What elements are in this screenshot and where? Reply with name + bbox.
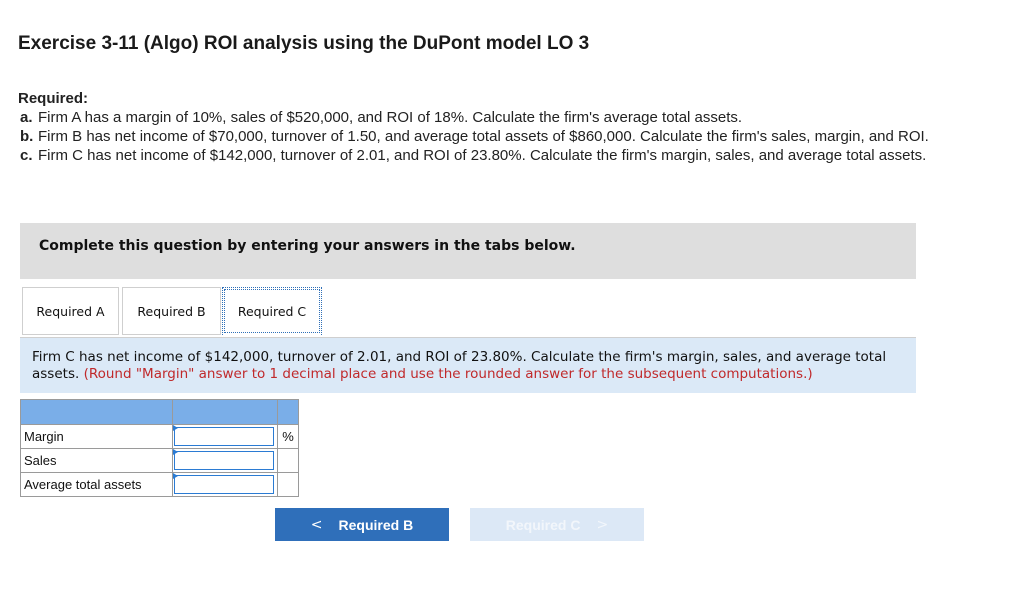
table-row-average-total-assets: Average total assets (20, 472, 299, 497)
average-total-assets-unit (277, 472, 299, 497)
answer-table: Margin % Sales Average total assets (20, 399, 299, 497)
row-label-margin: Margin (20, 424, 173, 449)
instructions-text: Complete this question by entering your … (39, 238, 576, 254)
table-row-margin: Margin % (20, 424, 299, 449)
required-item-c: c. Firm C has net income of $142,000, tur… (18, 146, 1014, 165)
exercise-title: Exercise 3-11 (Algo) ROI analysis using … (18, 33, 590, 54)
required-item-c-label: c. (20, 147, 33, 164)
question-prompt: Firm C has net income of $142,000, turno… (20, 338, 916, 393)
chevron-left-icon: < (310, 516, 323, 533)
previous-button[interactable]: < Required B (275, 508, 449, 541)
margin-unit: % (277, 424, 299, 449)
required-item-b-label: b. (20, 128, 34, 145)
required-item-a: a. Firm A has a margin of 10%, sales of $… (18, 108, 1014, 127)
header-cell-label (20, 399, 173, 425)
sales-unit (277, 448, 299, 473)
next-button-label: Required C (505, 516, 581, 533)
required-item-b-text: Firm B has net income of $70,000, turnov… (38, 128, 929, 145)
required-heading: Required: (18, 90, 89, 107)
required-item-a-text: Firm A has a margin of 10%, sales of $52… (38, 109, 743, 126)
required-section: Required: a. Firm A has a margin of 10%, … (18, 89, 1014, 165)
instructions-banner: Complete this question by entering your … (20, 223, 916, 279)
previous-button-label: Required B (338, 516, 414, 533)
required-item-c-text: Firm C has net income of $142,000, turno… (38, 147, 927, 164)
header-cell-unit (277, 399, 299, 425)
tab-required-b[interactable]: Required B (122, 287, 221, 335)
required-item-a-label: a. (20, 109, 33, 126)
tab-required-c[interactable]: Required C (222, 287, 322, 335)
row-label-average-total-assets: Average total assets (20, 472, 173, 497)
margin-cell (172, 424, 278, 449)
header-cell-value (172, 399, 278, 425)
table-row-sales: Sales (20, 448, 299, 473)
table-header-row (20, 399, 299, 425)
next-button: Required C > (470, 508, 644, 541)
required-item-b: b. Firm B has net income of $70,000, turn… (18, 127, 1014, 146)
row-label-sales: Sales (20, 448, 173, 473)
sales-cell (172, 448, 278, 473)
tab-required-a[interactable]: Required A (22, 287, 119, 335)
sales-input[interactable] (173, 449, 274, 470)
average-total-assets-input[interactable] (173, 473, 274, 494)
rounding-note: (Round "Margin" answer to 1 decimal plac… (83, 366, 813, 382)
chevron-right-icon: > (596, 516, 609, 533)
average-total-assets-cell (172, 472, 278, 497)
margin-input[interactable] (173, 425, 274, 446)
